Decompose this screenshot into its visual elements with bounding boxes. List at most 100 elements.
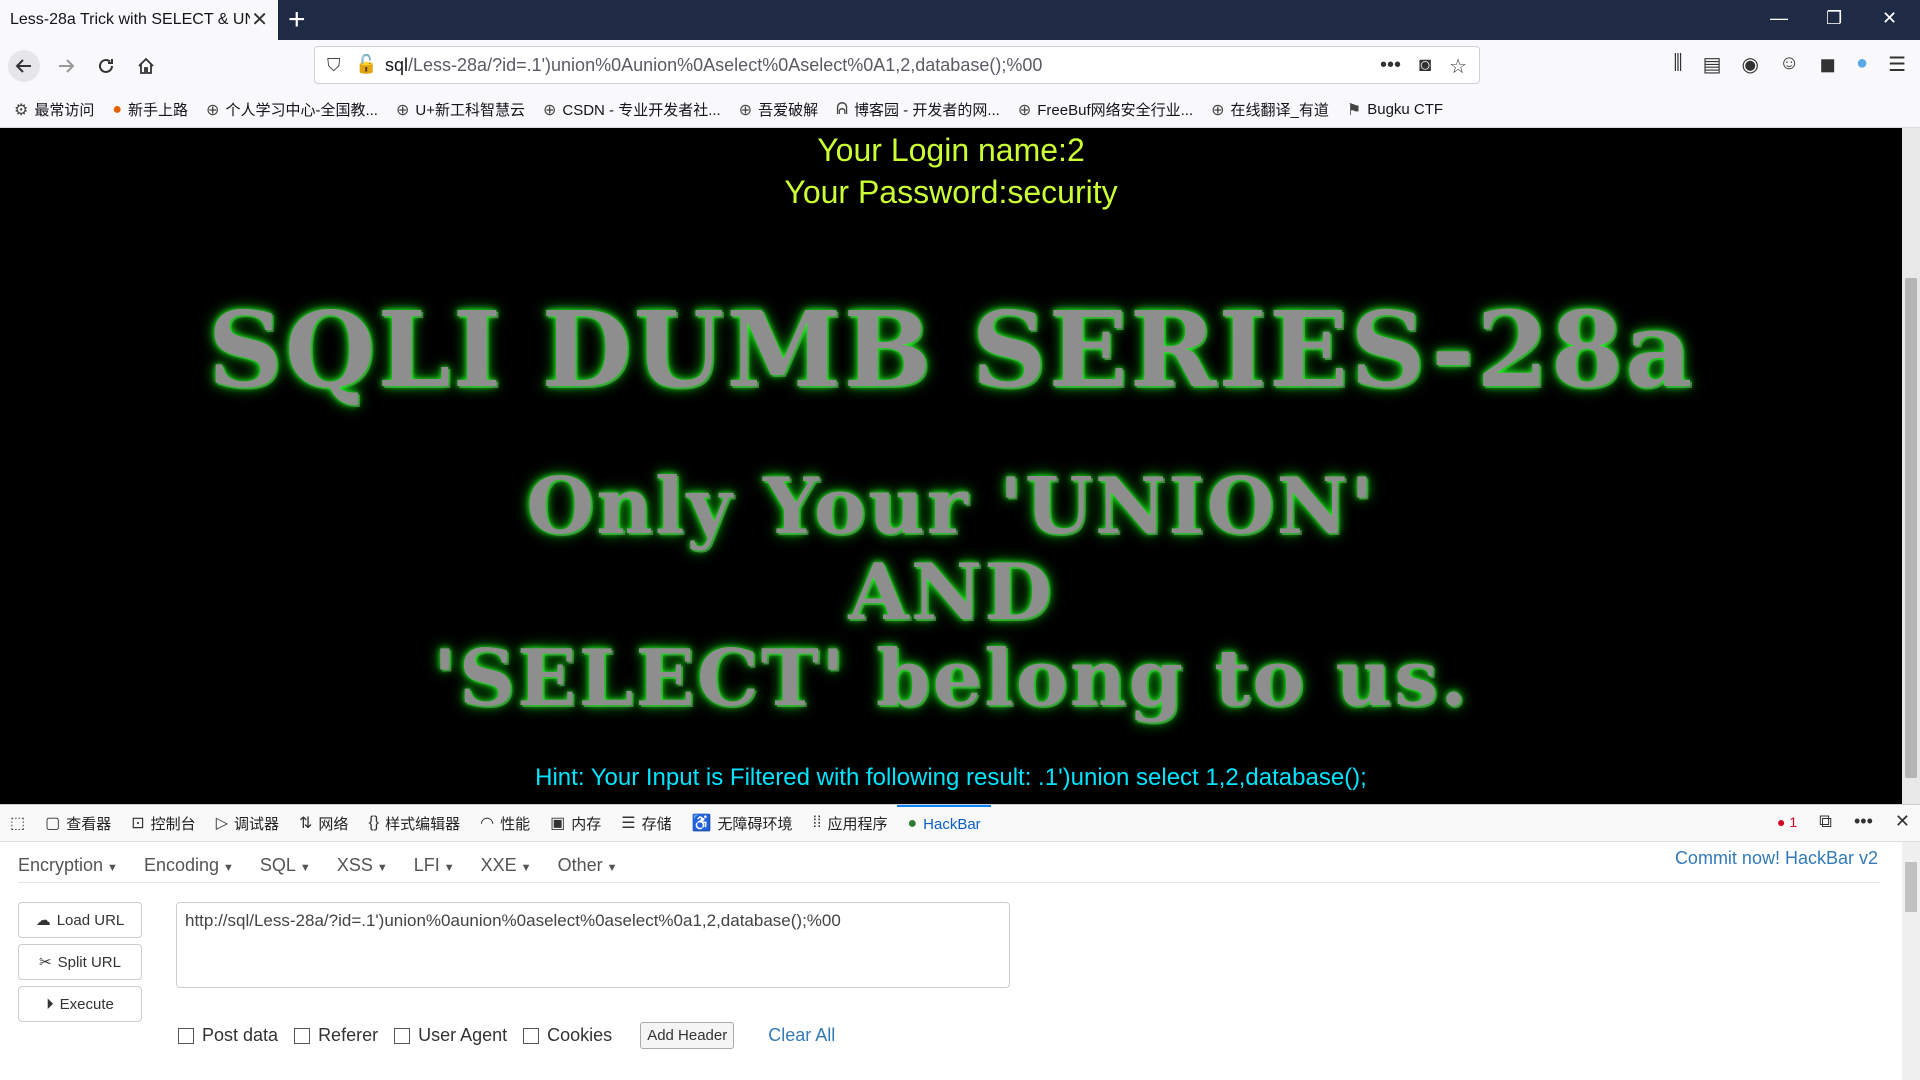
minimize-button[interactable]: — <box>1770 8 1788 29</box>
menu-sql[interactable]: SQL ▼ <box>260 855 311 876</box>
library-icon[interactable]: ⫼ <box>1673 52 1682 77</box>
menu-lfi[interactable]: LFI ▼ <box>414 855 455 876</box>
title-bar: Less-28a Trick with SELECT & UN ✕ + — ❐ … <box>0 0 1920 40</box>
checkbox-box[interactable] <box>294 1027 311 1044</box>
tab-network[interactable]: ⇅ 网络 <box>289 805 358 841</box>
caret-down-icon: ▼ <box>376 861 388 874</box>
checkbox-label: Post data <box>202 1025 279 1045</box>
home-icon <box>138 57 154 74</box>
sidebar-icon[interactable]: ▤ <box>1703 52 1722 77</box>
shield-icon[interactable]: ⛉ <box>327 55 341 76</box>
tab-label: HackBar <box>923 815 981 833</box>
forward-button[interactable] <box>50 50 82 82</box>
tab-label: 网络 <box>318 815 349 833</box>
tab-inspector[interactable]: ▢ 查看器 <box>35 805 121 841</box>
globe-icon: ⊕ <box>395 101 410 119</box>
post-data-checkbox[interactable]: Post data <box>178 1025 278 1046</box>
bookmark-item[interactable]: ⊕ 在线翻译_有道 <box>1211 99 1329 120</box>
bookmark-label: CSDN - 专业开发者社... <box>562 102 721 119</box>
bookmark-item[interactable]: ⊕ 吾爱破解 <box>739 99 818 120</box>
account-icon[interactable]: ◉ <box>1741 52 1758 77</box>
hackbar-url-textarea[interactable]: http://sql/Less-28a/?id=.1')union%0aunio… <box>176 902 1010 988</box>
tab-storage[interactable]: ☰ 存储 <box>611 805 681 841</box>
menu-xss[interactable]: XSS ▼ <box>337 855 388 876</box>
extension-monkey-icon[interactable]: ☺ <box>1779 52 1799 77</box>
network-icon: ⇅ <box>299 815 313 832</box>
bookmark-label: 个人学习中心-全国教... <box>225 102 378 119</box>
split-url-button[interactable]: ✂ Split URL <box>18 944 142 980</box>
tab-memory[interactable]: ▣ 内存 <box>540 805 611 841</box>
page-content: Your Login name:2 Your Password:security… <box>0 128 1902 804</box>
bookmark-item[interactable]: ⚑ Bugku CTF <box>1347 100 1443 120</box>
page-scrollbar[interactable] <box>1902 128 1920 804</box>
storage-icon: ☰ <box>621 815 636 832</box>
insecure-lock-icon[interactable]: 🔓 <box>355 54 377 75</box>
back-button[interactable] <box>8 50 40 82</box>
close-devtools-icon[interactable]: ✕ <box>1895 811 1910 832</box>
element-picker-button[interactable]: ⬚ <box>0 805 35 841</box>
tab-close-icon[interactable]: ✕ <box>251 10 268 30</box>
reload-icon <box>99 58 113 73</box>
close-window-button[interactable]: ✕ <box>1882 8 1897 29</box>
firefox-icon: ● <box>112 100 123 118</box>
error-count-badge[interactable]: ● 1 <box>1777 814 1797 830</box>
clear-all-link[interactable]: Clear All <box>768 1025 835 1046</box>
caret-down-icon: ▼ <box>299 861 311 874</box>
execute-button[interactable]: ⏵ Execute <box>18 986 142 1022</box>
checkbox-box[interactable] <box>178 1027 194 1044</box>
more-actions-icon[interactable]: ••• <box>1380 54 1401 79</box>
bookmark-star-icon[interactable]: ☆ <box>1449 54 1467 79</box>
cursor-picker-icon: ⬚ <box>10 815 26 832</box>
caret-down-icon: ▼ <box>606 861 618 874</box>
menu-label: Encoding <box>143 854 219 875</box>
home-button[interactable] <box>130 50 162 82</box>
tab-performance[interactable]: ◠ 性能 <box>470 805 540 841</box>
series-title-image: SQLI DUMB SERIES-28a <box>207 288 1695 411</box>
tab-accessibility[interactable]: ♿ 无障碍环境 <box>682 805 803 841</box>
memory-icon: ▣ <box>550 815 566 832</box>
address-bar[interactable]: ⛉ 🔓 sql/Less-28a/?id=.1')union%0Aunion%0… <box>314 46 1480 84</box>
dock-toggle-icon[interactable]: ⧉ <box>1819 811 1832 832</box>
checkbox-box[interactable] <box>523 1027 540 1044</box>
checkbox-box[interactable] <box>394 1027 411 1044</box>
add-header-button[interactable]: Add Header <box>640 1022 735 1049</box>
menu-other[interactable]: Other ▼ <box>558 855 618 876</box>
pocket-icon[interactable]: ◙ <box>1419 54 1431 79</box>
bookmark-item[interactable]: ● 新手上路 <box>112 99 188 120</box>
browser-tab[interactable]: Less-28a Trick with SELECT & UN ✕ <box>0 0 278 40</box>
user-agent-checkbox[interactable]: User Agent <box>394 1025 507 1046</box>
login-name-text: Your Login name:2 <box>817 132 1085 168</box>
menu-encryption[interactable]: Encryption ▼ <box>18 855 118 876</box>
extension-mask-icon[interactable]: ◼ <box>1819 52 1836 77</box>
tab-label: 应用程序 <box>827 815 888 833</box>
hackbar-scroll-thumb[interactable] <box>1905 862 1917 912</box>
extension-circle-icon[interactable]: ● <box>1856 52 1868 77</box>
cookies-checkbox[interactable]: Cookies <box>523 1025 612 1046</box>
devtools-menu-icon[interactable]: ••• <box>1854 811 1873 832</box>
page-scroll-thumb[interactable] <box>1905 278 1917 778</box>
hackbar-scrollbar[interactable] <box>1902 842 1920 1080</box>
bookmark-item[interactable]: ⊕ U+新工科智慧云 <box>396 99 525 120</box>
bookmark-item[interactable]: ⊕ CSDN - 专业开发者社... <box>543 99 721 120</box>
tab-debugger[interactable]: ▷ 调试器 <box>206 805 289 841</box>
bookmark-item[interactable]: ⚙ 最常访问 <box>14 99 94 120</box>
menu-icon[interactable]: ☰ <box>1888 52 1906 77</box>
tab-label: 内存 <box>571 815 602 833</box>
bookmark-item[interactable]: ᕱ 博客园 - 开发者的网... <box>836 99 1000 120</box>
new-tab-button[interactable]: + <box>288 4 306 36</box>
menu-encoding[interactable]: Encoding ▼ <box>144 855 234 876</box>
tab-console[interactable]: ⊡ 控制台 <box>121 805 205 841</box>
menu-label: Other <box>557 854 603 875</box>
referer-checkbox[interactable]: Referer <box>294 1025 378 1046</box>
tab-hackbar[interactable]: ● HackBar <box>897 805 991 841</box>
tab-application[interactable]: ⁞⁞ 应用程序 <box>803 805 898 841</box>
bookmark-item[interactable]: ⊕ FreeBuf网络安全行业... <box>1018 99 1193 120</box>
reload-button[interactable] <box>90 50 122 82</box>
restore-button[interactable]: ❐ <box>1826 8 1842 29</box>
devtools-controls: ● 1 ⧉ ••• ✕ <box>1777 811 1910 832</box>
bookmark-item[interactable]: ⊕ 个人学习中心-全国教... <box>206 99 378 120</box>
commit-link[interactable]: Commit now! HackBar v2 <box>1675 848 1878 869</box>
load-url-button[interactable]: ☁ Load URL <box>18 902 142 938</box>
menu-xxe[interactable]: XXE ▼ <box>481 855 532 876</box>
tab-style-editor[interactable]: {} 样式编辑器 <box>358 805 470 841</box>
